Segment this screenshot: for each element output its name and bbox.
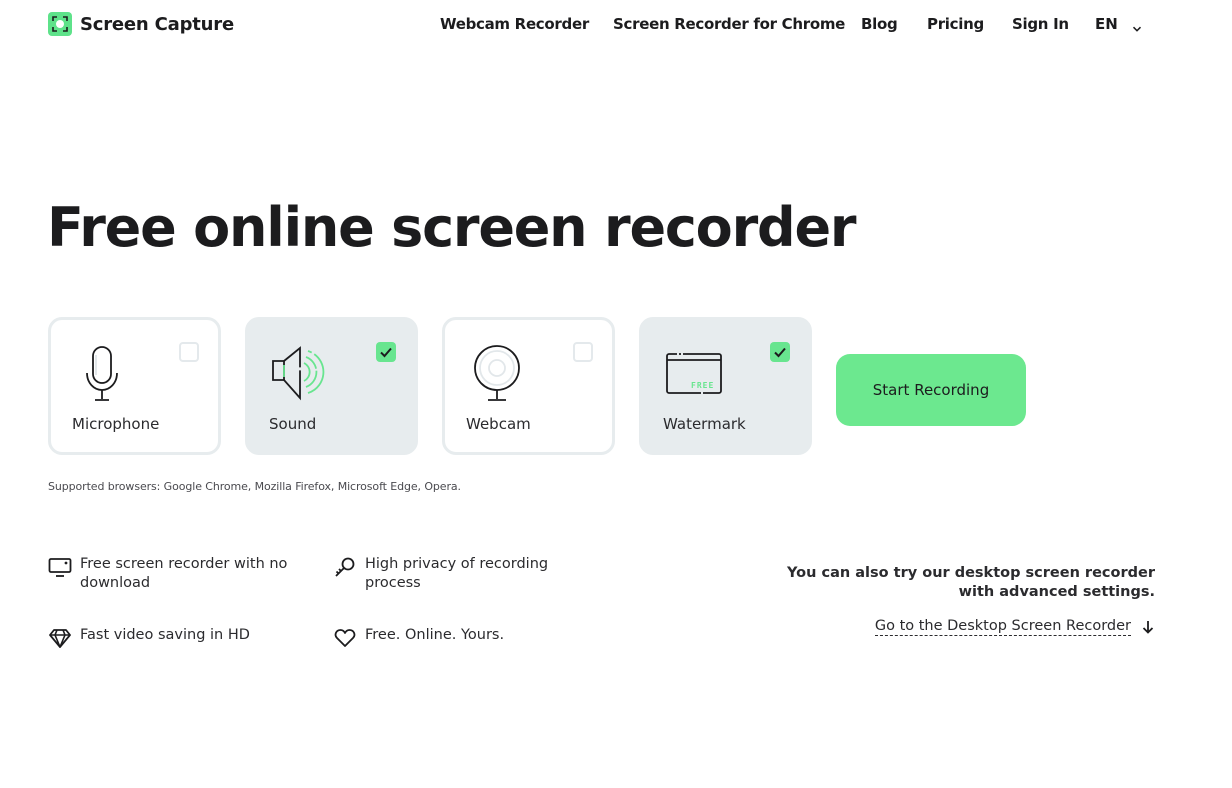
nav-blog[interactable]: Blog xyxy=(861,15,898,33)
option-label: Microphone xyxy=(72,415,160,433)
language-code: EN xyxy=(1095,15,1118,33)
key-icon xyxy=(333,555,357,579)
option-label: Watermark xyxy=(663,415,746,433)
speaker-icon xyxy=(270,343,326,403)
option-card-microphone[interactable]: Microphone xyxy=(48,317,221,455)
supported-browsers-note: Supported browsers: Google Chrome, Mozil… xyxy=(48,480,461,493)
option-card-sound[interactable]: Sound xyxy=(245,317,418,455)
desktop-promo-line1: You can also try our desktop screen reco… xyxy=(787,565,1155,581)
nav-pricing[interactable]: Pricing xyxy=(927,15,984,33)
feature-text: High privacy of recording process xyxy=(365,556,549,591)
nav-screen-recorder-chrome[interactable]: Screen Recorder for Chrome xyxy=(613,15,845,33)
desktop-link-text: Go to the Desktop Screen Recorder xyxy=(874,618,1131,636)
feature-text: Fast video saving in HD xyxy=(80,627,250,643)
desktop-promo-text: You can also try our desktop screen reco… xyxy=(787,564,1155,602)
screen-capture-logo-icon xyxy=(48,12,72,36)
nav-webcam-recorder[interactable]: Webcam Recorder xyxy=(440,15,589,33)
option-label: Webcam xyxy=(466,415,531,433)
diamond-icon xyxy=(48,626,72,650)
start-recording-button[interactable]: Start Recording xyxy=(836,354,1026,426)
watermark-checkbox[interactable] xyxy=(770,342,790,362)
watermark-free-badge: FREE xyxy=(691,381,714,390)
page-title: Free online screen recorder xyxy=(47,196,857,259)
feature-text: Free. Online. Yours. xyxy=(365,627,505,643)
sound-checkbox[interactable] xyxy=(376,342,396,362)
chevron-down-icon xyxy=(1132,19,1142,32)
heart-icon xyxy=(333,626,357,650)
webcam-icon xyxy=(467,343,523,403)
option-card-webcam[interactable]: Webcam xyxy=(442,317,615,455)
feature-item: High privacy of recording process xyxy=(333,555,563,593)
language-selector[interactable]: EN xyxy=(1095,15,1142,33)
desktop-recorder-link[interactable]: Go to the Desktop Screen Recorder xyxy=(874,618,1155,636)
brand-name: Screen Capture xyxy=(80,13,234,35)
watermark-icon: FREE xyxy=(664,343,728,403)
option-card-watermark[interactable]: FREE Watermark xyxy=(639,317,812,455)
feature-text: Free screen recorder with no download xyxy=(80,556,288,591)
monitor-icon xyxy=(48,555,72,579)
desktop-promo-line2: with advanced settings. xyxy=(958,584,1155,600)
feature-item: Fast video saving in HD xyxy=(48,626,308,650)
feature-item: Free screen recorder with no download xyxy=(48,555,308,593)
webcam-checkbox[interactable] xyxy=(573,342,593,362)
microphone-icon xyxy=(73,343,129,403)
option-label: Sound xyxy=(269,415,317,433)
arrow-down-icon xyxy=(1141,619,1155,635)
feature-item: Free. Online. Yours. xyxy=(333,626,563,650)
nav-sign-in[interactable]: Sign In xyxy=(1012,15,1069,33)
brand-logo[interactable]: Screen Capture xyxy=(48,12,234,36)
microphone-checkbox[interactable] xyxy=(179,342,199,362)
site-header: Screen Capture Webcam Recorder Screen Re… xyxy=(0,0,1232,50)
